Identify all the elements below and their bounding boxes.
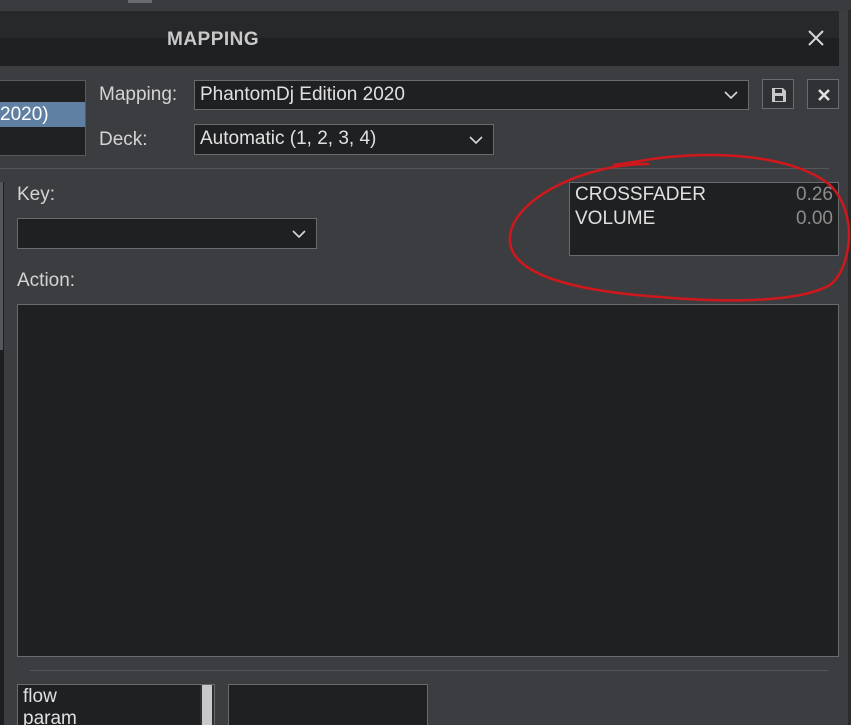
key-label: Key: [17,184,56,205]
verb-list[interactable]: flow param [17,684,215,725]
mapping-dropdown[interactable]: PhantomDj Edition 2020 [194,80,749,110]
chevron-down-icon [469,125,483,154]
key-dropdown[interactable] [17,218,317,249]
list-scrollbar[interactable] [200,685,214,725]
readout-value: 0.26 [796,184,833,205]
mapping-dropdown-value: PhantomDj Edition 2020 [200,84,405,105]
deck-label: Deck: [99,129,148,150]
mapping-label: Mapping: [99,84,178,105]
divider [0,168,829,169]
action-label: Action: [17,270,76,291]
deck-dropdown-value: Automatic (1, 2, 3, 4) [200,128,377,149]
chevron-down-icon [292,219,306,248]
window-title: MAPPING [167,29,260,50]
action-editor[interactable] [17,304,839,657]
deck-dropdown[interactable]: Automatic (1, 2, 3, 4) [194,124,494,155]
floppy-disk-icon [772,88,786,102]
value-readout: CROSSFADER 0.26 VOLUME 0.00 [569,182,839,256]
divider [30,670,828,671]
readout-row: CROSSFADER 0.26 [575,183,833,207]
title-bar[interactable]: MAPPING [0,11,839,66]
list-item[interactable]: flow [23,686,57,708]
list-item[interactable]: param [23,708,77,725]
delete-mapping-button[interactable] [807,79,839,109]
readout-name: CROSSFADER [575,184,706,205]
scrollbar-thumb[interactable] [202,685,212,725]
readout-value: 0.00 [796,208,833,229]
left-scrollbar[interactable] [0,182,4,725]
scrollbar-thumb[interactable] [0,182,3,350]
close-icon [818,89,830,101]
close-icon[interactable] [805,27,827,49]
mapping-list-selected-item[interactable]: 2020) [0,102,85,127]
chevron-down-icon [724,81,738,109]
help-box [228,684,428,725]
mapping-list[interactable]: 2020) [0,80,86,156]
top-strip [0,0,851,10]
readout-name: VOLUME [575,208,656,229]
readout-row: VOLUME 0.00 [575,207,833,231]
resize-grip[interactable] [128,0,152,3]
save-mapping-button[interactable] [762,79,794,109]
